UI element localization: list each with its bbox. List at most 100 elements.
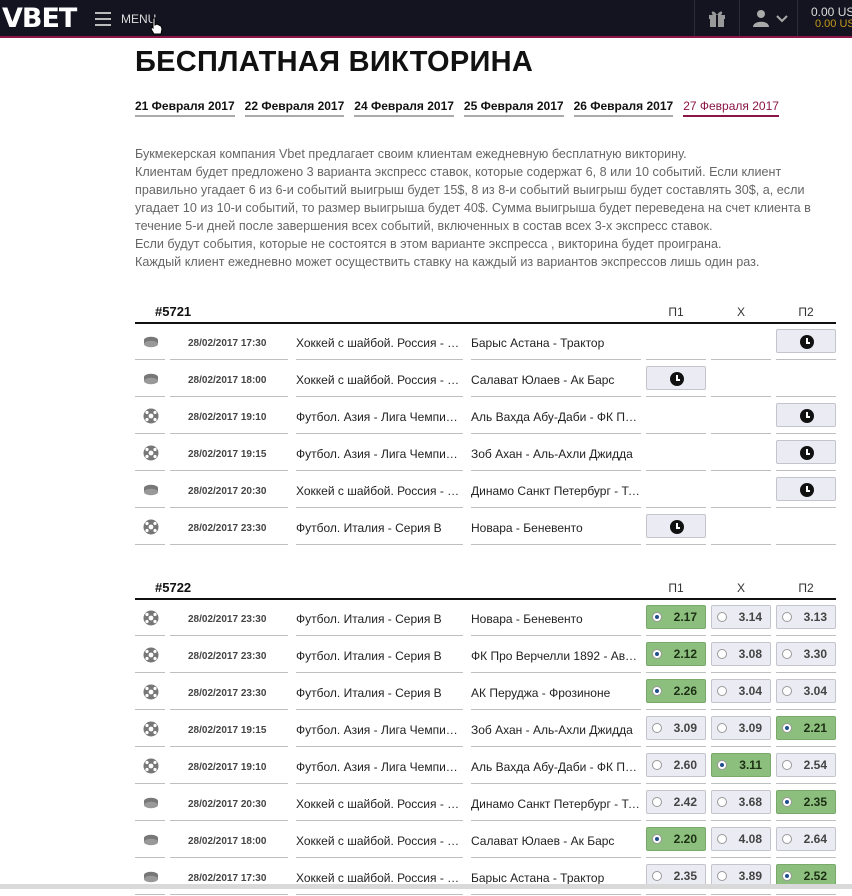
date-tab[interactable]: 24 Февраля 2017 [354,99,454,117]
hockey-puck-icon [143,334,159,350]
balance[interactable]: 0.00 US [811,5,852,19]
row-divider [646,672,706,673]
radio-icon[interactable] [652,649,662,659]
date-tab[interactable]: 25 Февраля 2017 [463,99,564,117]
date-tab[interactable]: 26 Февраля 2017 [573,99,674,117]
divider [694,0,695,36]
pending-result-button[interactable] [776,440,836,464]
row-divider [711,820,771,821]
row-divider [135,709,165,710]
row-divider [776,359,836,360]
row-divider [776,507,836,508]
event-match: Салават Юлаев - Ак Барс [471,373,615,387]
odds-button[interactable]: 3.30 [776,642,836,666]
odds-button[interactable]: 2.42 [646,790,706,814]
odds-button[interactable]: 3.04 [711,679,771,703]
radio-icon[interactable] [652,723,662,733]
pending-result-button[interactable] [776,329,836,353]
bonus-balance[interactable]: 0.00 US [815,18,852,30]
pending-result-button[interactable] [646,514,706,538]
row-divider [170,635,288,636]
odds-button[interactable]: 2.60 [646,753,706,777]
pending-result-button[interactable] [776,403,836,427]
chevron-down-icon[interactable] [776,14,788,24]
radio-icon[interactable] [717,871,727,881]
odds-value: 2.42 [673,795,697,809]
odds-button[interactable]: 2.20 [646,827,706,851]
user-icon[interactable] [752,9,770,27]
odds-button[interactable]: 2.26 [646,679,706,703]
odds-button[interactable]: 2.64 [776,827,836,851]
radio-icon[interactable] [717,760,727,770]
row-divider [646,433,706,434]
odds-value: 3.11 [739,758,762,772]
odds-button[interactable]: 2.54 [776,753,836,777]
row-divider [471,635,641,636]
odds-button[interactable]: 3.68 [711,790,771,814]
radio-icon[interactable] [782,834,792,844]
radio-icon[interactable] [782,760,792,770]
odds-button[interactable]: 3.14 [711,605,771,629]
row-divider [170,746,288,747]
row-divider [776,470,836,471]
row-divider [296,470,463,471]
odds-value: 3.09 [738,721,762,735]
event-match: Новара - Беневенто [471,612,583,626]
odds-button[interactable]: 4.08 [711,827,771,851]
vbet-logo[interactable]: VBET [2,3,77,34]
radio-icon[interactable] [782,871,792,881]
description-line: Клиентам будет предложено 3 варианта экс… [135,165,811,233]
odds-button[interactable]: 2.35 [776,790,836,814]
odds-button[interactable]: 3.11 [711,753,771,777]
odds-button[interactable]: 3.13 [776,605,836,629]
row-divider [296,635,463,636]
radio-icon[interactable] [717,649,727,659]
odds-button[interactable]: 3.04 [776,679,836,703]
divider [797,0,798,36]
hamburger-icon[interactable] [95,12,111,30]
odds-button[interactable]: 3.08 [711,642,771,666]
row-divider [170,470,288,471]
odds-value: 3.09 [673,721,697,735]
table-row: 28/02/2017 18:00 Хоккей с шайбой. Россия … [135,822,836,859]
table-row: 28/02/2017 23:30 Футбол. Италия - Серия B… [135,637,836,674]
pending-result-button[interactable] [646,366,706,390]
odds-button[interactable]: 3.09 [646,716,706,740]
radio-icon[interactable] [717,797,727,807]
event-datetime: 28/02/2017 19:15 [188,449,267,460]
date-tab-active[interactable]: 27 Февраля 2017 [683,99,779,117]
radio-icon[interactable] [652,686,662,696]
row-divider [646,470,706,471]
odds-button[interactable]: 3.09 [711,716,771,740]
radio-icon[interactable] [717,834,727,844]
radio-icon[interactable] [782,797,792,807]
odds-value: 2.26 [673,684,697,698]
gift-icon[interactable] [707,8,727,28]
radio-icon[interactable] [652,871,662,881]
radio-icon[interactable] [782,686,792,696]
radio-icon[interactable] [782,723,792,733]
event-match: Аль Вахда Абу-Даби - ФК Пахтакор [471,760,641,774]
date-tab[interactable]: 22 Февраля 2017 [244,99,345,117]
radio-icon[interactable] [652,834,662,844]
row-divider [170,433,288,434]
radio-icon[interactable] [782,649,792,659]
date-tab[interactable]: 21 Февраля 2017 [135,99,235,117]
pending-result-button[interactable] [776,477,836,501]
event-league: Футбол. Италия - Серия B [296,649,442,663]
row-divider [135,507,165,508]
row-divider [646,783,706,784]
radio-icon[interactable] [717,723,727,733]
radio-icon[interactable] [717,612,727,622]
odds-button[interactable]: 2.21 [776,716,836,740]
clock-icon [670,372,684,386]
event-league: Футбол. Азия - Лига Чемпионов АФК [296,723,463,737]
radio-icon[interactable] [652,612,662,622]
odds-button[interactable]: 2.17 [646,605,706,629]
row-divider [296,783,463,784]
radio-icon[interactable] [717,686,727,696]
radio-icon[interactable] [652,797,662,807]
radio-icon[interactable] [652,760,662,770]
odds-button[interactable]: 2.12 [646,642,706,666]
radio-icon[interactable] [782,612,792,622]
